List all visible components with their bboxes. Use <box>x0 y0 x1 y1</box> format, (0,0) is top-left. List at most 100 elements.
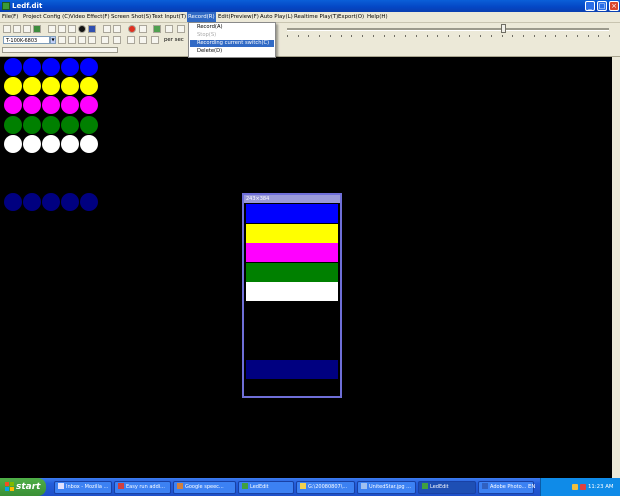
step-icon[interactable] <box>113 36 121 44</box>
frame-icon[interactable] <box>139 25 147 33</box>
menu-item-record[interactable]: Record(A) <box>190 24 274 31</box>
led-dot[interactable] <box>23 135 41 153</box>
speed-slider-track[interactable] <box>287 28 609 31</box>
slider-tick <box>448 35 449 37</box>
led-dot[interactable] <box>4 58 22 76</box>
text-icon[interactable] <box>113 25 121 33</box>
menu-text-input[interactable]: Text Input(T) <box>152 12 186 22</box>
preview-band <box>246 224 338 243</box>
led-dot[interactable] <box>42 135 60 153</box>
play-icon[interactable] <box>88 36 96 44</box>
app-icon <box>118 483 124 489</box>
led-dot[interactable] <box>42 77 60 95</box>
taskbar-item-label: LedEdit <box>430 484 449 490</box>
paste-icon[interactable] <box>68 25 76 33</box>
speed-slider-thumb[interactable] <box>500 24 506 33</box>
font-combo[interactable]: T-100K-6803 <box>3 36 50 44</box>
menu-item-stop[interactable]: Stop(S) <box>190 32 274 39</box>
menu-realtime-play[interactable]: Realtime Play(T) <box>294 12 338 22</box>
led-dot[interactable] <box>80 116 98 134</box>
led-dot[interactable] <box>61 77 79 95</box>
led-dot[interactable] <box>23 58 41 76</box>
led-dot[interactable] <box>42 116 60 134</box>
led-dot[interactable] <box>80 77 98 95</box>
record-icon[interactable] <box>128 25 136 33</box>
menu-item-recording-current-switch[interactable]: Recording current switch(C) <box>190 40 274 47</box>
menu-auto-play[interactable]: Auto Play(L) <box>260 12 293 22</box>
record-dropdown-menu: Record(A) Stop(S) Recording current swit… <box>188 22 276 58</box>
taskbar-item[interactable]: Google speec... <box>173 481 236 494</box>
led-dot[interactable] <box>4 135 22 153</box>
led-dot[interactable] <box>42 58 60 76</box>
new-icon[interactable] <box>3 25 11 33</box>
led-dot[interactable] <box>4 96 22 114</box>
menu-export[interactable]: Export(O) <box>338 12 364 22</box>
copy-icon[interactable] <box>58 25 66 33</box>
led-dot[interactable] <box>61 96 79 114</box>
taskbar-item[interactable]: G:\20080807\... <box>296 481 355 494</box>
led-dot[interactable] <box>4 193 22 211</box>
menu-edit-preview[interactable]: Edit(Preview(F) <box>218 12 259 22</box>
led-dot[interactable] <box>80 96 98 114</box>
chevron-down-icon[interactable]: ▼ <box>50 36 56 44</box>
taskbar-item[interactable]: Inbox - Mozilla ... <box>54 481 112 494</box>
windows-logo-icon <box>5 482 14 491</box>
taskbar-item[interactable]: Adobe Photo... <box>478 481 534 494</box>
taskbar-item[interactable]: LedEdit <box>418 481 476 494</box>
app-icon <box>2 2 10 10</box>
led-dot[interactable] <box>80 193 98 211</box>
save-icon[interactable] <box>23 25 31 33</box>
maximize-button[interactable]: □ <box>597 1 607 11</box>
black-circle-icon[interactable] <box>78 25 86 33</box>
cut-icon[interactable] <box>48 25 56 33</box>
slider-tick <box>394 35 396 37</box>
color-picker-icon[interactable] <box>88 25 96 33</box>
menu-file[interactable]: File(F) <box>2 12 18 22</box>
led-dot[interactable] <box>23 77 41 95</box>
info-icon[interactable] <box>177 25 185 33</box>
vertical-scrollbar[interactable] <box>612 57 620 478</box>
app-icon <box>242 483 248 489</box>
tray-security-icon[interactable] <box>580 484 586 490</box>
image-icon[interactable] <box>33 25 41 33</box>
menu-item-delete[interactable]: Delete(D) <box>190 48 274 55</box>
settings-icon[interactable] <box>165 25 173 33</box>
zoom-out-icon[interactable] <box>151 36 159 44</box>
close-button[interactable]: × <box>609 1 619 11</box>
menu-video-effect[interactable]: Video Effect(F) <box>70 12 110 22</box>
stop-icon[interactable] <box>78 36 86 44</box>
align-left-icon[interactable] <box>58 36 66 44</box>
grid-icon[interactable] <box>103 25 111 33</box>
menu-screen-shot[interactable]: Screen Shot(S) <box>111 12 151 22</box>
open-icon[interactable] <box>13 25 21 33</box>
led-dot[interactable] <box>61 58 79 76</box>
led-dot[interactable] <box>80 135 98 153</box>
tray-network-icon[interactable] <box>572 484 578 490</box>
minimize-button[interactable]: _ <box>585 1 595 11</box>
frame-grid-icon[interactable] <box>127 36 135 44</box>
taskbar-item[interactable]: UnitedStar.jpg ... <box>357 481 416 494</box>
led-dot[interactable] <box>23 116 41 134</box>
led-dot[interactable] <box>61 193 79 211</box>
language-indicator[interactable]: EN <box>528 478 535 496</box>
taskbar-item[interactable]: LedEdit <box>238 481 294 494</box>
menu-help[interactable]: Help(H) <box>367 12 388 22</box>
menu-project-config[interactable]: Project Config (C) <box>23 12 70 22</box>
led-dot[interactable] <box>61 116 79 134</box>
start-button[interactable]: start <box>0 478 46 496</box>
zoom-in-icon[interactable] <box>139 36 147 44</box>
led-dot[interactable] <box>42 193 60 211</box>
menu-record[interactable]: Record(R) <box>187 12 216 22</box>
pause-icon[interactable] <box>101 36 109 44</box>
led-dot[interactable] <box>80 58 98 76</box>
led-dot[interactable] <box>23 96 41 114</box>
led-dot[interactable] <box>23 193 41 211</box>
led-dot[interactable] <box>61 135 79 153</box>
align-center-icon[interactable] <box>68 36 76 44</box>
led-dot[interactable] <box>42 96 60 114</box>
led-dot[interactable] <box>4 116 22 134</box>
led-dot[interactable] <box>4 77 22 95</box>
taskbar-item[interactable]: Easy run addi... <box>114 481 171 494</box>
export-icon[interactable] <box>153 25 161 33</box>
preview-window[interactable]: 243×384 <box>242 193 342 398</box>
